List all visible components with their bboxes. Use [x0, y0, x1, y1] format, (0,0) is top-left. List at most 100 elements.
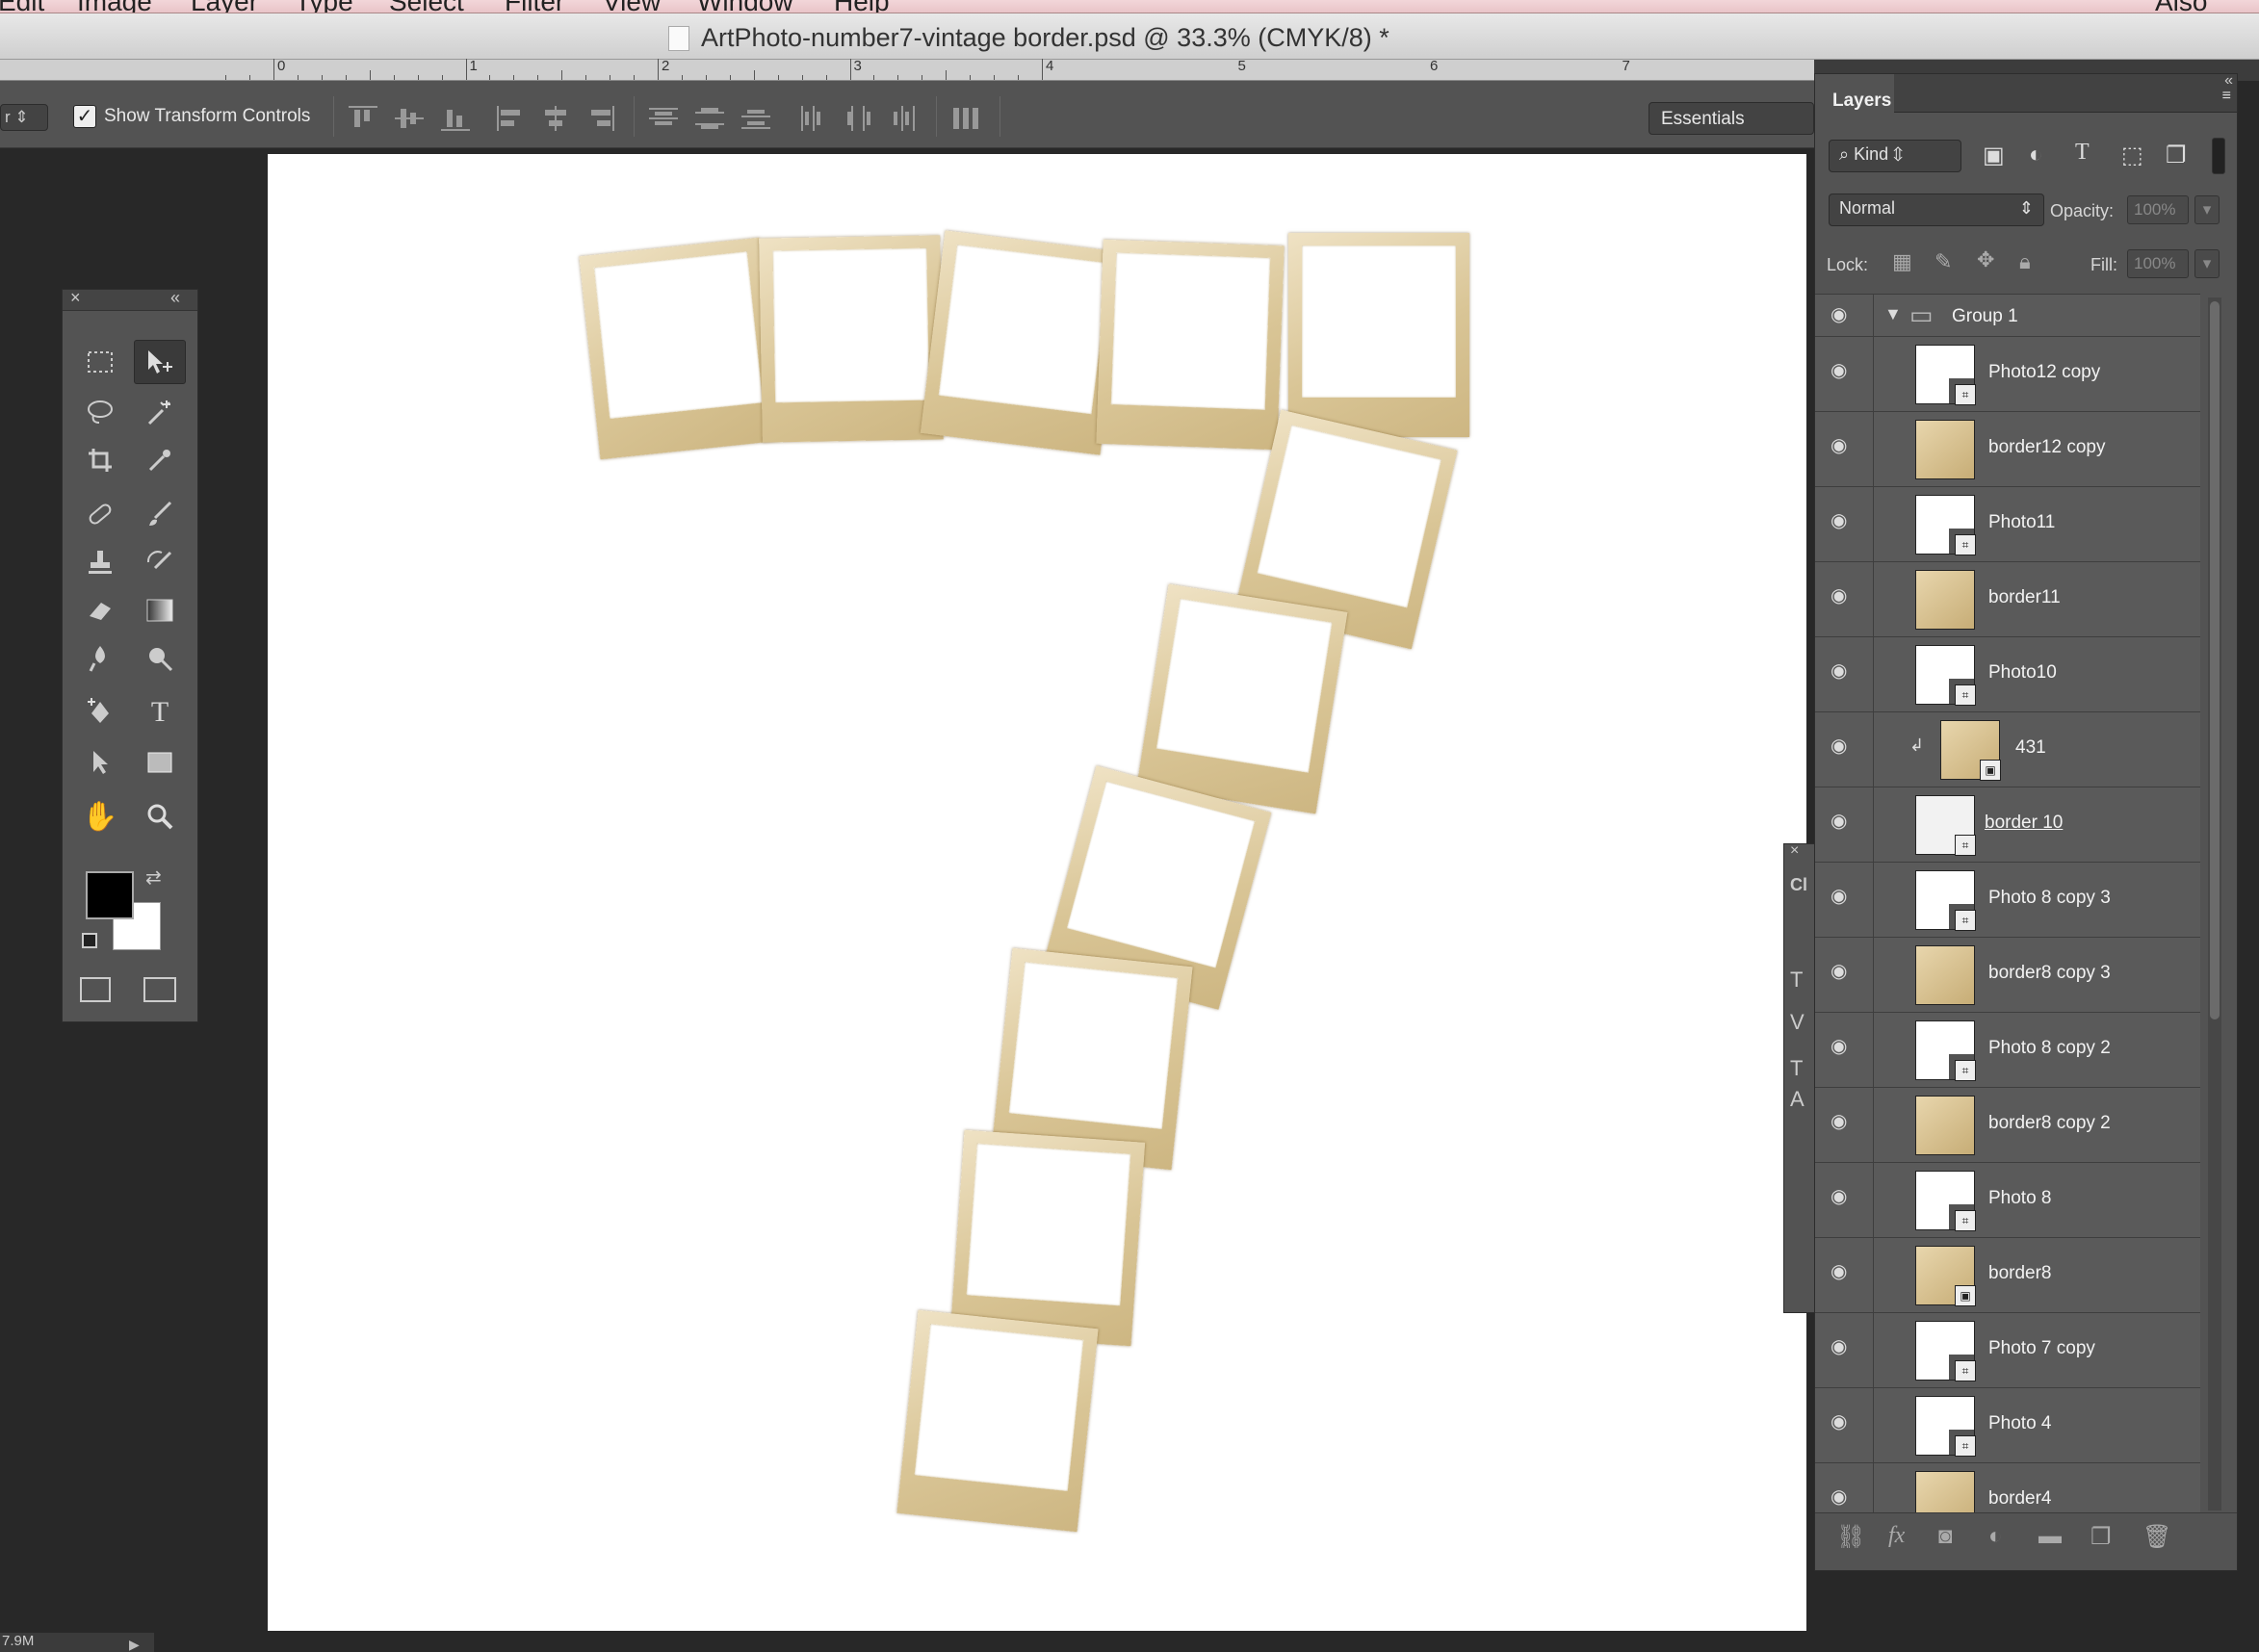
status-menu-arrow-icon[interactable]: ▶ [129, 1637, 140, 1652]
layer-row[interactable]: ◉ ⌗ Photo 7 copy [1815, 1313, 2200, 1388]
layer-row[interactable]: ◉ border8 copy 2 [1815, 1088, 2200, 1163]
photo-frame[interactable] [759, 235, 944, 443]
distribute-vcenter-icon[interactable] [695, 106, 724, 131]
visibility-eye-icon[interactable]: ◉ [1831, 586, 1856, 606]
type-tool-icon[interactable]: T [134, 690, 186, 735]
close-icon[interactable]: × [1790, 842, 1799, 860]
menu-filter[interactable]: Filter [505, 0, 564, 13]
visibility-eye-icon[interactable]: ◉ [1831, 305, 1856, 324]
new-group-icon[interactable]: ▬ [2038, 1523, 2062, 1550]
trash-icon[interactable]: 🗑︎ [2142, 1523, 2171, 1551]
distribute-top-icon[interactable] [649, 106, 678, 131]
character-panel-tab[interactable]: Cl [1790, 875, 1807, 895]
history-brush-icon[interactable] [134, 540, 186, 584]
filter-toggle[interactable] [2212, 138, 2225, 174]
brush-tool-icon[interactable] [134, 492, 186, 536]
screen-mode-icon[interactable] [143, 977, 176, 1002]
zoom-tool-icon[interactable] [134, 794, 186, 839]
new-layer-icon[interactable]: ❐ [2090, 1523, 2112, 1551]
visibility-eye-icon[interactable]: ◉ [1831, 812, 1856, 831]
filter-shape-icon[interactable]: ⬚ [2121, 142, 2143, 169]
layer-row[interactable]: ◉ ⌗ Photo12 copy [1815, 337, 2200, 412]
document-canvas[interactable] [268, 154, 1806, 1631]
hand-tool-icon[interactable]: ✋ [74, 794, 126, 839]
distribute-bottom-icon[interactable] [741, 106, 770, 131]
lasso-tool-icon[interactable] [74, 390, 126, 434]
layer-row[interactable]: ◉ ⌗ Photo10 [1815, 637, 2200, 712]
foreground-color-swatch[interactable] [86, 871, 134, 919]
align-left-icon[interactable] [495, 106, 524, 131]
layer-row[interactable]: ◉ border4 [1815, 1463, 2200, 1512]
eyedropper-icon[interactable] [134, 438, 186, 482]
tools-panel-header[interactable]: × « [63, 288, 197, 311]
magic-wand-icon[interactable] [134, 390, 186, 434]
layer-style-icon[interactable]: fx [1888, 1523, 1905, 1549]
align-hcenter-icon[interactable] [541, 106, 570, 131]
link-layers-icon[interactable]: ⛓ [1836, 1523, 1865, 1551]
eraser-tool-icon[interactable] [74, 588, 126, 632]
lock-all-icon[interactable]: 🔒︎ [2019, 249, 2031, 274]
move-tool-icon[interactable] [134, 340, 186, 384]
visibility-eye-icon[interactable]: ◉ [1831, 1187, 1856, 1206]
visibility-eye-icon[interactable]: ◉ [1831, 511, 1856, 530]
layer-row[interactable]: ◉ border11 [1815, 562, 2200, 637]
menu-image[interactable]: Image [77, 0, 152, 13]
clone-stamp-icon[interactable] [74, 540, 126, 584]
lock-pixels-icon[interactable]: ✎ [1934, 249, 1952, 274]
group-expand-icon[interactable]: ▼ [1884, 304, 1902, 324]
collapse-icon[interactable]: « [170, 288, 180, 308]
tab-layers[interactable]: Layers [1815, 74, 1894, 113]
opacity-field[interactable]: 100% [2127, 195, 2189, 224]
photo-frame[interactable] [896, 1309, 1099, 1533]
align-right-icon[interactable] [587, 106, 616, 131]
menu-layer[interactable]: Layer [191, 0, 258, 13]
filter-smart-object-icon[interactable]: ❐ [2166, 142, 2187, 169]
layer-row[interactable]: ◉ ⌗ Photo 8 copy 2 [1815, 1013, 2200, 1088]
gradient-tool-icon[interactable] [134, 588, 186, 632]
layer-row[interactable]: ◉ ⌗ Photo 4 [1815, 1388, 2200, 1463]
visibility-eye-icon[interactable]: ◉ [1831, 436, 1856, 455]
quick-mask-icon[interactable] [80, 977, 111, 1002]
default-colors-icon[interactable] [82, 933, 97, 948]
blend-mode-dropdown[interactable]: Normal ⇕ [1829, 194, 2044, 226]
menu-window[interactable]: Window [697, 0, 793, 13]
path-selection-icon[interactable] [74, 740, 126, 785]
menu-edit[interactable]: Edit [0, 0, 44, 13]
auto-select-dropdown[interactable]: r ⇕ [0, 104, 48, 131]
filter-kind-dropdown[interactable]: ⌕ Kind ⇕ [1829, 140, 1961, 172]
menu-help[interactable]: Help [834, 0, 890, 13]
visibility-eye-icon[interactable]: ◉ [1831, 962, 1856, 981]
opacity-dropdown-icon[interactable]: ▾ [2194, 195, 2220, 224]
auto-align-layers-icon[interactable] [951, 106, 980, 131]
panel-menu-icon[interactable]: ≡ [2222, 88, 2231, 105]
visibility-eye-icon[interactable]: ◉ [1831, 1037, 1856, 1056]
adjustment-layer-icon[interactable]: ◐ [1988, 1523, 2003, 1550]
marquee-tool-icon[interactable] [74, 340, 126, 384]
align-bottom-icon[interactable] [441, 106, 470, 131]
healing-brush-icon[interactable] [74, 492, 126, 536]
menu-type[interactable]: Type [295, 0, 353, 13]
layers-scroll-thumb[interactable] [2210, 301, 2220, 1020]
photo-frame[interactable] [1096, 239, 1285, 451]
pen-tool-icon[interactable] [74, 690, 126, 735]
visibility-eye-icon[interactable]: ◉ [1831, 361, 1856, 380]
visibility-eye-icon[interactable]: ◉ [1831, 1337, 1856, 1356]
visibility-eye-icon[interactable]: ◉ [1831, 887, 1856, 906]
align-top-icon[interactable] [349, 106, 377, 131]
layer-row[interactable]: ◉ border8 copy 3 [1815, 938, 2200, 1013]
visibility-eye-icon[interactable]: ◉ [1831, 736, 1856, 756]
visibility-eye-icon[interactable]: ◉ [1831, 1487, 1856, 1507]
layer-row[interactable]: ◉ ▣ border8 [1815, 1238, 2200, 1313]
photo-frame[interactable] [920, 230, 1126, 455]
layer-row[interactable]: ◉ ⌗ Photo11 [1815, 487, 2200, 562]
blur-tool-icon[interactable] [74, 636, 126, 681]
rectangle-tool-icon[interactable] [134, 740, 186, 785]
menu-view[interactable]: View [603, 0, 661, 13]
layer-row[interactable]: ◉ border12 copy [1815, 412, 2200, 487]
lock-transparent-icon[interactable]: ▦ [1892, 249, 1912, 274]
visibility-eye-icon[interactable]: ◉ [1831, 661, 1856, 681]
show-transform-checkbox[interactable]: ✓ [73, 105, 96, 128]
close-icon[interactable]: × [70, 288, 81, 308]
menu-select[interactable]: Select [389, 0, 464, 13]
show-transform-controls[interactable]: ✓ Show Transform Controls [73, 105, 310, 128]
